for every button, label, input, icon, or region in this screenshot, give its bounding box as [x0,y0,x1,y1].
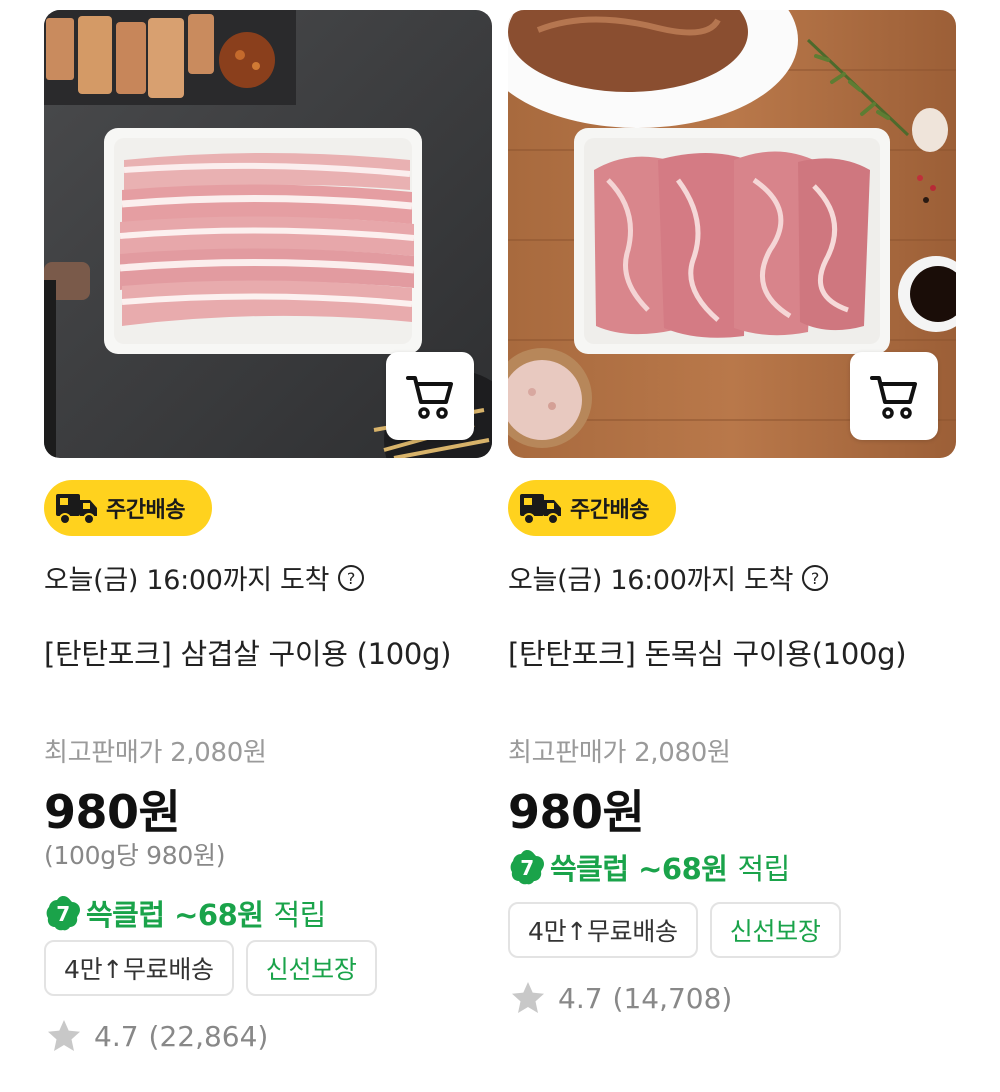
sale-price: 980원 [508,785,645,839]
club-reward-suffix: 적립 [737,852,790,886]
cart-icon [406,376,453,419]
rating-value: 4.7 [94,1019,139,1053]
rating[interactable]: 4.7 (22,864) [46,1018,268,1054]
product-image[interactable] [44,10,492,458]
free-shipping-tag: 4만↑무료배송 [508,902,698,958]
unit-price: (100g당 980원) [44,841,226,870]
add-to-cart-button[interactable] [850,352,938,440]
club-seven-icon: 7 [510,850,544,885]
delivery-badge-label: 주간배송 [106,498,185,523]
club-reward: 7 쓱클럽 ~68원 적립 [44,892,326,934]
cart-icon [870,376,917,419]
arrival-text: 오늘(금) 16:00까지 도착 [44,565,330,596]
svg-text:7: 7 [520,856,533,880]
product-image[interactable] [508,10,956,458]
truck-icon [520,494,561,525]
product-name[interactable]: [탄탄포크] 돈목심 구이용(100g) [508,632,918,676]
svg-text:?: ? [811,569,819,588]
product-card[interactable]: 주간배송 오늘(금) 16:00까지 도착 ? [탄탄포크] 돈목심 구이용(1… [508,10,956,1015]
arrival-text: 오늘(금) 16:00까지 도착 [508,565,794,596]
star-icon [48,1020,80,1051]
product-grid: 주간배송 오늘(금) 16:00까지 도착 ? [탄탄포크] 삼겹살 구이용 (… [0,0,1000,1092]
original-price: 최고판매가 2,080원 [44,738,267,768]
svg-text:7: 7 [56,902,69,926]
club-reward-suffix: 적립 [273,898,326,932]
club-seven-icon: 7 [46,896,80,931]
review-count: (14,708) [612,981,733,1015]
rating-value: 4.7 [558,981,603,1015]
delivery-badge: 주간배송 [44,480,212,536]
original-price: 최고판매가 2,080원 [508,738,731,768]
help-icon[interactable]: ? [337,564,365,592]
product-tags: 4만↑무료배송 신선보장 [44,940,377,996]
club-reward-text: 쓱클럽 ~68원 [550,852,728,886]
delivery-badge: 주간배송 [508,480,676,536]
club-reward-text: 쓱클럽 ~68원 [86,898,264,932]
freshness-tag: 신선보장 [245,940,377,996]
truck-icon [56,494,97,525]
product-name[interactable]: [탄탄포크] 삼겹살 구이용 (100g) [44,632,454,676]
star-icon [512,982,544,1013]
rating[interactable]: 4.7 (14,708) [510,980,732,1016]
club-reward: 7 쓱클럽 ~68원 적립 [508,846,790,888]
arrival-info: 오늘(금) 16:00까지 도착 ? [508,558,829,597]
freshness-tag: 신선보장 [709,902,841,958]
arrival-info: 오늘(금) 16:00까지 도착 ? [44,558,365,597]
add-to-cart-button[interactable] [386,352,474,440]
product-tags: 4만↑무료배송 신선보장 [508,902,841,958]
delivery-badge-label: 주간배송 [570,498,649,523]
review-count: (22,864) [148,1019,269,1053]
sale-price: 980원 [44,785,181,839]
free-shipping-tag: 4만↑무료배송 [44,940,234,996]
help-icon[interactable]: ? [801,564,829,592]
svg-text:?: ? [347,569,355,588]
product-card[interactable]: 주간배송 오늘(금) 16:00까지 도착 ? [탄탄포크] 삼겹살 구이용 (… [44,10,492,1053]
